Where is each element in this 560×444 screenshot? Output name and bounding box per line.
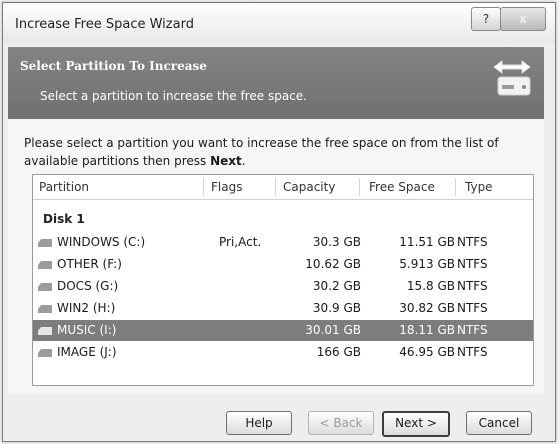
drive-icon xyxy=(38,261,52,269)
partition-type: NTFS xyxy=(457,345,488,359)
banner-title: Select Partition To Increase xyxy=(20,59,207,73)
cancel-button[interactable]: Cancel xyxy=(466,411,532,435)
partition-row-selected[interactable]: MUSIC (I:) 30.01 GB 18.11 GB NTFS xyxy=(33,320,533,341)
partition-name: WINDOWS (C:) xyxy=(57,235,146,249)
drive-icon xyxy=(38,349,52,357)
partition-capacity: 30.01 GB xyxy=(305,323,361,337)
partition-name: MUSIC (I:) xyxy=(57,323,117,337)
partition-capacity: 30.2 GB xyxy=(312,279,361,293)
partition-flags: Pri,Act. xyxy=(219,235,262,249)
next-button[interactable]: Next > xyxy=(382,411,450,437)
close-icon[interactable]: x xyxy=(500,7,546,31)
column-divider[interactable] xyxy=(359,178,360,196)
window-title: Increase Free Space Wizard xyxy=(15,17,194,32)
partition-name: WIN2 (H:) xyxy=(57,301,116,315)
partition-free-space: 30.82 GB xyxy=(399,301,455,315)
partition-free-space: 11.51 GB xyxy=(399,235,455,249)
partition-capacity: 10.62 GB xyxy=(305,257,361,271)
column-header-partition[interactable]: Partition xyxy=(39,180,89,194)
partition-type: NTFS xyxy=(457,301,488,315)
column-header-capacity[interactable]: Capacity xyxy=(283,180,335,194)
wizard-banner: Select Partition To Increase Select a pa… xyxy=(8,47,544,119)
partition-free-space: 5.913 GB xyxy=(399,257,455,271)
partition-row[interactable]: WIN2 (H:) 30.9 GB 30.82 GB NTFS xyxy=(33,298,533,319)
list-header: Partition Flags Capacity Free Space Type xyxy=(33,175,533,200)
partition-type: NTFS xyxy=(457,257,488,271)
drive-resize-icon xyxy=(493,60,531,96)
column-divider[interactable] xyxy=(275,178,276,196)
partition-list[interactable]: Partition Flags Capacity Free Space Type… xyxy=(32,174,534,386)
partition-type: NTFS xyxy=(457,279,488,293)
column-divider[interactable] xyxy=(455,178,456,196)
partition-type: NTFS xyxy=(457,235,488,249)
help-button[interactable]: Help xyxy=(226,411,292,435)
drive-icon xyxy=(38,327,52,335)
partition-row[interactable]: OTHER (F:) 10.62 GB 5.913 GB NTFS xyxy=(33,254,533,275)
column-header-free-space[interactable]: Free Space xyxy=(369,180,435,194)
drive-icon xyxy=(38,305,52,313)
partition-capacity: 30.9 GB xyxy=(312,301,361,315)
partition-row[interactable]: DOCS (G:) 30.2 GB 15.8 GB NTFS xyxy=(33,276,533,297)
column-divider[interactable] xyxy=(203,178,204,196)
partition-row[interactable]: IMAGE (J:) 166 GB 46.95 GB NTFS xyxy=(33,342,533,363)
drive-icon xyxy=(38,239,52,247)
partition-capacity: 166 GB xyxy=(316,345,361,359)
partition-name: IMAGE (J:) xyxy=(57,345,117,359)
partition-free-space: 18.11 GB xyxy=(399,323,455,337)
back-button[interactable]: < Back xyxy=(308,411,374,435)
partition-name: DOCS (G:) xyxy=(57,279,119,293)
disk-group-label: Disk 1 xyxy=(43,212,85,226)
drive-icon xyxy=(38,283,52,291)
partition-type: NTFS xyxy=(457,323,488,337)
banner-subtitle: Select a partition to increase the free … xyxy=(40,89,307,103)
partition-row[interactable]: WINDOWS (C:) Pri,Act. 30.3 GB 11.51 GB N… xyxy=(33,232,533,253)
partition-name: OTHER (F:) xyxy=(57,257,122,271)
title-bar: Increase Free Space Wizard ? x xyxy=(3,3,555,43)
partition-free-space: 15.8 GB xyxy=(406,279,455,293)
partition-capacity: 30.3 GB xyxy=(312,235,361,249)
instructions-text: Please select a partition you want to in… xyxy=(24,136,499,168)
column-header-type[interactable]: Type xyxy=(465,180,493,194)
partition-free-space: 46.95 GB xyxy=(399,345,455,359)
help-icon[interactable]: ? xyxy=(471,7,501,31)
column-header-flags[interactable]: Flags xyxy=(211,180,242,194)
